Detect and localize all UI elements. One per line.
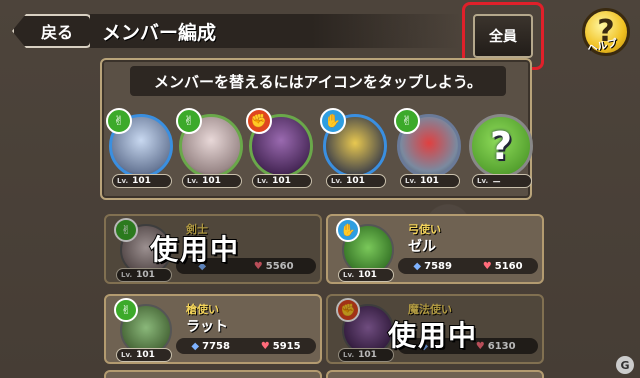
- level-tag: Lv. 101: [116, 268, 172, 282]
- level-tag: Lv. 101: [116, 348, 172, 362]
- team-slot-2[interactable]: ✌ Lv. 101: [176, 108, 246, 190]
- water-element-icon: ✋: [320, 108, 346, 134]
- page-title-text: メンバー編成: [102, 21, 217, 44]
- fire-element-icon: ✊: [246, 108, 272, 134]
- question-icon: ?: [489, 124, 513, 168]
- level-tag: Lv. 101: [182, 174, 242, 188]
- wind-element-icon: ✌: [176, 108, 202, 134]
- team-slot-4[interactable]: ✋ Lv. 101: [320, 108, 390, 190]
- in-use-label: 使用中: [387, 318, 479, 353]
- class-label: 槍使い: [186, 303, 219, 316]
- attack-icon: ◆: [413, 260, 422, 272]
- team-slot-1[interactable]: ✌ Lv. 101: [106, 108, 176, 190]
- help-label: ヘルプ: [586, 37, 619, 55]
- heart-icon: ♥: [260, 340, 270, 352]
- all-members-label: 全員: [489, 29, 517, 45]
- back-label: 戻る: [40, 23, 73, 42]
- water-element-icon: ✋: [336, 218, 360, 242]
- character-name: ラット: [186, 319, 228, 335]
- back-button[interactable]: 戻る: [12, 14, 92, 48]
- level-tag: Lv. 101: [338, 268, 394, 282]
- level-tag: Lv. 101: [112, 174, 172, 188]
- stats-bar: ◆ 7589 ♥ 5160: [398, 258, 538, 274]
- watermark-logo: G: [616, 356, 634, 374]
- wind-element-icon: ✌: [106, 108, 132, 134]
- class-label: 弓使い: [408, 223, 441, 236]
- level-tag: Lv. 101: [252, 174, 312, 188]
- team-slot-5[interactable]: ✌ Lv. 101: [394, 108, 464, 190]
- roster-card[interactable]: ✌ 槍使い ラット Lv. 101 ◆ 7758 ♥ 5915: [104, 294, 322, 364]
- level-tag: Lv. 101: [326, 174, 386, 188]
- level-tag: Lv. －: [472, 174, 532, 188]
- team-slot-6-empty[interactable]: ? Lv. －: [466, 108, 536, 190]
- roster-card[interactable]: ✋ 弓使い ゼル Lv. 101 ◆ 7589 ♥ 5160: [326, 214, 544, 284]
- instruction-banner: メンバーを替えるにはアイコンをタップしよう。: [130, 66, 506, 96]
- wind-element-icon: ✌: [394, 108, 420, 134]
- instruction-text: メンバーを替えるにはアイコンをタップしよう。: [154, 72, 482, 91]
- empty-portrait: ?: [469, 114, 533, 178]
- roster-card-partial[interactable]: [326, 370, 544, 378]
- all-members-button[interactable]: 全員: [473, 14, 533, 58]
- roster-card-partial[interactable]: [104, 370, 322, 378]
- heart-icon: ♥: [253, 260, 263, 272]
- level-tag: Lv. 101: [338, 348, 394, 362]
- fire-element-icon: ✊: [336, 298, 360, 322]
- level-tag: Lv. 101: [400, 174, 460, 188]
- heart-icon: ♥: [482, 260, 492, 272]
- wind-element-icon: ✌: [114, 298, 138, 322]
- in-use-label: 使用中: [149, 232, 241, 267]
- attack-icon: ◆: [191, 340, 200, 352]
- wind-element-icon: ✌: [114, 218, 138, 242]
- stats-bar: ◆ 7758 ♥ 5915: [176, 338, 316, 354]
- help-button[interactable]: ? ヘルプ: [582, 8, 630, 56]
- character-name: ゼル: [408, 239, 436, 255]
- header: 戻る メンバー編成 全員 ? ヘルプ: [0, 0, 640, 70]
- team-slot-3[interactable]: ✊ Lv. 101: [246, 108, 316, 190]
- page-title: メンバー編成: [90, 14, 460, 48]
